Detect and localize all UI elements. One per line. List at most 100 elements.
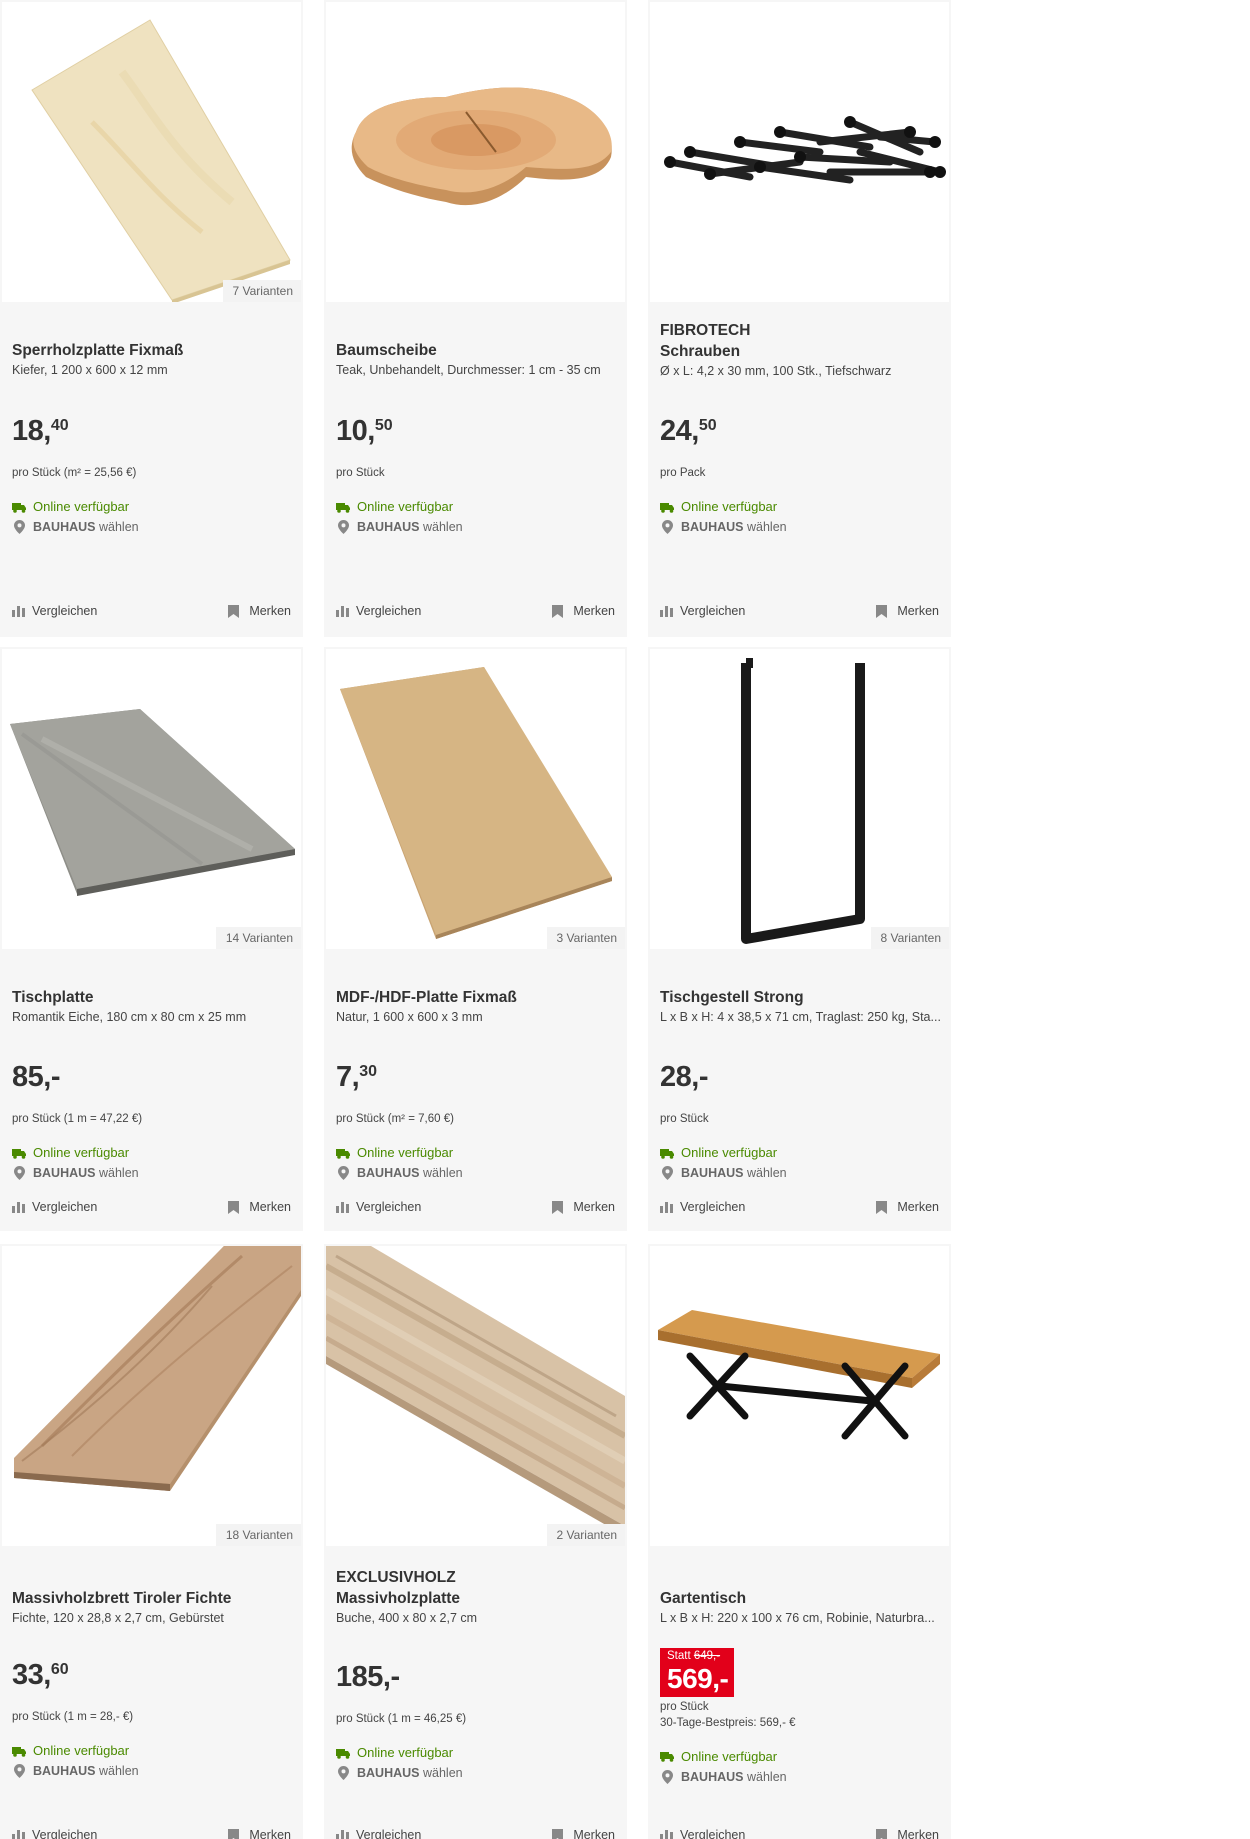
product-card[interactable]: 8 Varianten Tischgestell Strong L x B x …	[648, 647, 951, 1231]
compare-button[interactable]: Vergleichen	[660, 1200, 745, 1214]
location-pin-icon	[662, 1769, 673, 1784]
compare-button[interactable]: Vergleichen	[12, 604, 97, 618]
product-card[interactable]: Baumscheibe Teak, Unbehandelt, Durchmess…	[324, 0, 627, 637]
product-card[interactable]: Gartentisch L x B x H: 220 x 100 x 76 cm…	[648, 1244, 951, 1839]
location-pin-icon	[662, 1166, 673, 1180]
truck-icon	[12, 1746, 26, 1757]
product-name[interactable]: Schrauben	[648, 341, 951, 362]
online-availability: Online verfügbar	[336, 497, 627, 517]
old-price: 649,-	[693, 1650, 721, 1662]
compare-chart-icon	[660, 1830, 673, 1839]
bookmark-icon	[876, 1200, 888, 1214]
remember-button[interactable]: Merken	[552, 1200, 615, 1214]
remember-button[interactable]: Merken	[876, 604, 939, 618]
product-image[interactable]	[326, 2, 625, 302]
product-image[interactable]: 7 Varianten	[2, 2, 301, 302]
product-description: Ø x L: 4,2 x 30 mm, 100 Stk., Tiefschwar…	[660, 364, 892, 378]
best-price-note: 30-Tage-Bestpreis: 569,- €	[660, 1716, 796, 1729]
compare-button[interactable]: Vergleichen	[12, 1828, 97, 1839]
product-name[interactable]: Sperrholzplatte Fixmaß	[0, 340, 303, 361]
location-pin-icon	[14, 1166, 25, 1180]
remember-button[interactable]: Merken	[228, 1828, 291, 1839]
product-description: Romantik Eiche, 180 cm x 80 cm x 25 mm	[12, 1010, 247, 1024]
location-pin-icon	[338, 1766, 349, 1780]
compare-button[interactable]: Vergleichen	[336, 1200, 421, 1214]
product-card[interactable]: 2 Varianten EXCLUSIVHOLZ Massivholzplatt…	[324, 1244, 627, 1839]
product-description: Buche, 400 x 80 x 2,7 cm	[336, 1611, 478, 1625]
bookmark-icon	[552, 1200, 564, 1214]
product-price: 33,60	[12, 1659, 69, 1691]
product-image[interactable]	[650, 1246, 949, 1546]
product-name[interactable]: MDF-/HDF-Platte Fixmaß	[324, 987, 627, 1008]
product-image[interactable]: 14 Varianten	[2, 649, 301, 949]
store-select[interactable]: BAUHAUS wählen	[336, 1763, 627, 1783]
variants-badge: 14 Varianten	[215, 927, 301, 949]
truck-icon	[336, 502, 350, 513]
product-name[interactable]: Tischgestell Strong	[648, 987, 951, 1008]
store-select[interactable]: BAUHAUS wählen	[12, 1163, 303, 1183]
bookmark-icon	[552, 1828, 564, 1839]
store-select[interactable]: BAUHAUS wählen	[336, 1163, 627, 1183]
location-pin-icon	[14, 1764, 25, 1778]
truck-icon	[12, 502, 26, 513]
product-name[interactable]: Massivholzplatte	[324, 1588, 627, 1609]
product-card[interactable]: FIBROTECH Schrauben Ø x L: 4,2 x 30 mm, …	[648, 0, 951, 637]
remember-button[interactable]: Merken	[228, 1200, 291, 1214]
product-description: Natur, 1 600 x 600 x 3 mm	[336, 1010, 483, 1024]
remember-button[interactable]: Merken	[552, 604, 615, 618]
price-unit: pro Stück	[660, 1113, 709, 1125]
compare-button[interactable]: Vergleichen	[336, 604, 421, 618]
store-select[interactable]: BAUHAUS wählen	[12, 517, 303, 537]
product-card[interactable]: 18 Varianten Massivholzbrett Tiroler Fic…	[0, 1244, 303, 1839]
compare-chart-icon	[12, 606, 25, 617]
store-select[interactable]: BAUHAUS wählen	[660, 1767, 951, 1787]
online-availability: Online verfügbar	[12, 497, 303, 517]
price-unit: pro Stück (1 m = 47,22 €)	[12, 1113, 143, 1125]
product-name[interactable]: Massivholzbrett Tiroler Fichte	[0, 1588, 303, 1609]
old-price-label: Statt 649,-	[667, 1650, 721, 1662]
compare-button[interactable]: Vergleichen	[12, 1200, 97, 1214]
product-name[interactable]: Baumscheibe	[324, 340, 627, 361]
online-availability: Online verfügbar	[12, 1143, 303, 1163]
product-price: 7,30	[336, 1061, 377, 1093]
compare-button[interactable]: Vergleichen	[660, 604, 745, 618]
product-image[interactable]: 3 Varianten	[326, 649, 625, 949]
product-card[interactable]: 3 Varianten MDF-/HDF-Platte Fixmaß Natur…	[324, 647, 627, 1231]
truck-icon	[12, 1148, 26, 1159]
product-card[interactable]: 7 Varianten Sperrholzplatte Fixmaß Kiefe…	[0, 0, 303, 637]
product-description: L x B x H: 220 x 100 x 76 cm, Robinie, N…	[660, 1611, 935, 1625]
compare-button[interactable]: Vergleichen	[336, 1828, 421, 1839]
product-name[interactable]: Gartentisch	[648, 1588, 951, 1609]
bookmark-icon	[876, 604, 888, 618]
remember-button[interactable]: Merken	[876, 1828, 939, 1839]
product-name[interactable]: Tischplatte	[0, 987, 303, 1008]
product-image[interactable]: 8 Varianten	[650, 649, 949, 949]
compare-chart-icon	[12, 1202, 25, 1213]
price-unit: pro Pack	[660, 467, 706, 479]
compare-button[interactable]: Vergleichen	[660, 1828, 745, 1839]
truck-icon	[336, 1748, 350, 1759]
store-select[interactable]: BAUHAUS wählen	[12, 1761, 303, 1781]
product-image[interactable]	[650, 2, 949, 302]
truck-icon	[660, 1752, 674, 1762]
store-select[interactable]: BAUHAUS wählen	[660, 517, 951, 537]
product-description: L x B x H: 4 x 38,5 x 71 cm, Traglast: 2…	[660, 1010, 941, 1024]
product-card[interactable]: 14 Varianten Tischplatte Romantik Eiche,…	[0, 647, 303, 1231]
product-price: 569,-	[667, 1662, 729, 1694]
store-select[interactable]: BAUHAUS wählen	[660, 1163, 951, 1183]
remember-button[interactable]: Merken	[552, 1828, 615, 1839]
product-price: 185,-	[336, 1661, 400, 1693]
store-select[interactable]: BAUHAUS wählen	[336, 517, 627, 537]
bookmark-icon	[552, 604, 564, 618]
product-price: 10,50	[336, 415, 393, 447]
product-image[interactable]: 2 Varianten	[326, 1246, 625, 1546]
remember-button[interactable]: Merken	[228, 604, 291, 618]
product-image[interactable]: 18 Varianten	[2, 1246, 301, 1546]
product-price: 18,40	[12, 415, 69, 447]
price-unit: pro Stück (m² = 25,56 €)	[12, 467, 137, 479]
remember-button[interactable]: Merken	[876, 1200, 939, 1214]
online-availability: Online verfügbar	[660, 497, 951, 517]
bookmark-icon	[876, 1828, 888, 1839]
compare-chart-icon	[336, 1202, 349, 1213]
online-availability: Online verfügbar	[12, 1741, 303, 1761]
